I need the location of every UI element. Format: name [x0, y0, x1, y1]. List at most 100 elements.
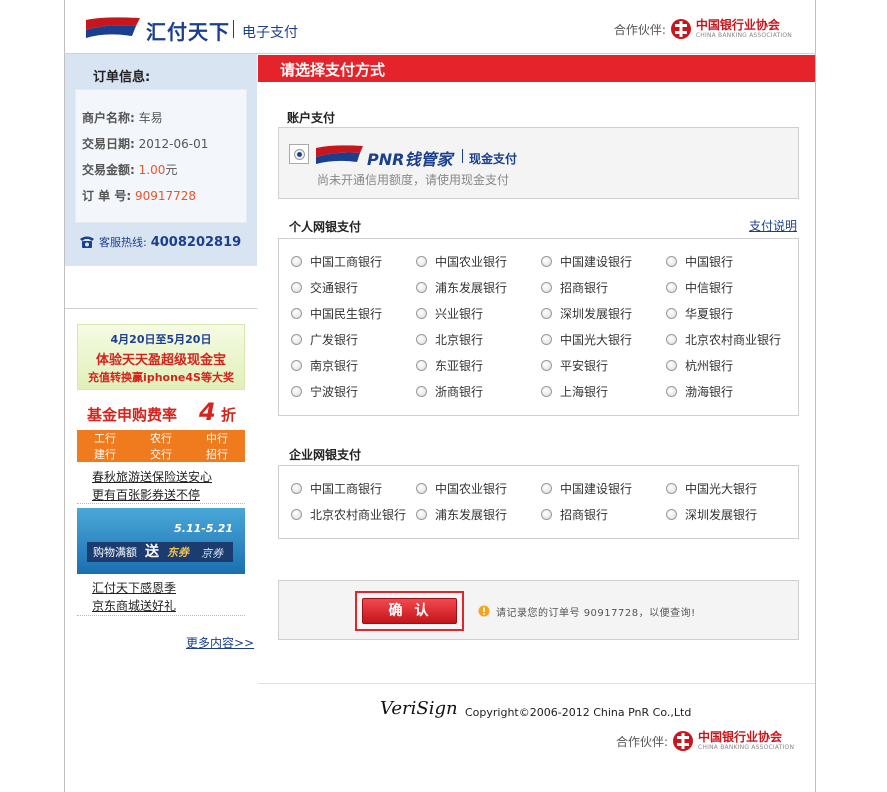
promo-link-jd[interactable]: 京东商城送好礼	[92, 597, 176, 614]
bank-option[interactable]: 中信银行	[666, 279, 791, 295]
bank-option[interactable]: 中国建设银行	[541, 253, 666, 269]
bank-radio[interactable]	[666, 255, 677, 267]
bank-radio[interactable]	[666, 385, 677, 397]
bank-radio[interactable]	[416, 482, 427, 494]
corporate-bank-label: 企业网银支付	[289, 448, 362, 462]
bank-radio[interactable]	[666, 359, 677, 371]
brand-subtitle: 电子支付	[242, 25, 298, 41]
cba-logo-icon	[673, 731, 694, 751]
account-pay-label: 账户支付	[287, 111, 336, 125]
bank-option[interactable]: 中国建设银行	[541, 480, 666, 496]
personal-bank-grid: 中国工商银行 中国农业银行 中国建设银行 中国银行交通银行 浦东发展银行 招商银行 中信银行…	[291, 253, 791, 399]
bank-radio[interactable]	[541, 333, 552, 345]
bank-option[interactable]: 中国民生银行	[291, 305, 416, 321]
bank-radio[interactable]	[291, 385, 302, 397]
bank-radio[interactable]	[666, 281, 677, 293]
bank-name: 中国光大银行	[685, 481, 758, 496]
bank-radio[interactable]	[416, 385, 427, 397]
order-number: 90917728	[134, 189, 197, 203]
bank-option[interactable]: 南京银行	[291, 357, 416, 373]
bank-radio[interactable]	[416, 333, 427, 345]
bank-option[interactable]: 交通银行	[291, 279, 416, 295]
bank-radio[interactable]	[666, 307, 677, 319]
account-pay-note: 尚未开通信用额度，请使用现金支付	[317, 173, 510, 187]
bank-option[interactable]: 中国银行	[666, 253, 791, 269]
bank-option[interactable]: 中国农业银行	[416, 480, 541, 496]
info-icon	[478, 605, 490, 617]
bank-name: 华夏银行	[685, 306, 734, 321]
bank-option[interactable]: 浙商银行	[416, 383, 541, 399]
bank-radio[interactable]	[541, 255, 552, 267]
pnr-separator	[462, 149, 463, 163]
bank-option[interactable]: 深圳发展银行	[541, 305, 666, 321]
bank-option[interactable]: 北京银行	[416, 331, 541, 347]
bank-radio[interactable]	[666, 333, 677, 345]
notice-order-number: 90917728	[583, 608, 639, 619]
bank-radio[interactable]	[291, 359, 302, 371]
bank-option[interactable]: 兴业银行	[416, 305, 541, 321]
bank-option[interactable]: 渤海银行	[666, 383, 791, 399]
header-partner: 合作伙伴: 中国银行业协会 CHINA BANKING ASSOCIATION	[614, 18, 792, 40]
confirm-button[interactable]: 确认	[362, 598, 457, 624]
bank-option[interactable]: 中国农业银行	[416, 253, 541, 269]
bank-option[interactable]: 招商银行	[541, 279, 666, 295]
bank-option[interactable]: 深圳发展银行	[666, 506, 791, 522]
cba-logo-icon	[670, 19, 691, 39]
bank-option[interactable]: 东亚银行	[416, 357, 541, 373]
brand-name: 汇付天下	[146, 20, 230, 44]
bank-radio[interactable]	[666, 482, 677, 494]
bank-option[interactable]: 浦东发展银行	[416, 279, 541, 295]
bank-option[interactable]: 中国工商银行	[291, 253, 416, 269]
corporate-bank-box: 中国工商银行 中国农业银行 中国建设银行 中国光大银行北京农村商业银行 浦东发展银行 招商…	[278, 465, 799, 539]
bank-name: 深圳发展银行	[685, 507, 758, 522]
more-content-link[interactable]: 更多内容>>	[186, 634, 254, 651]
bank-option[interactable]: 中国工商银行	[291, 480, 416, 496]
bank-radio[interactable]	[541, 385, 552, 397]
pay-help-link[interactable]: 支付说明	[749, 217, 797, 234]
bank-radio[interactable]	[416, 508, 427, 520]
bank-radio[interactable]	[416, 359, 427, 371]
bank-option[interactable]: 浦东发展银行	[416, 506, 541, 522]
bank-name: 招商银行	[560, 507, 609, 522]
bank-name: 东亚银行	[435, 358, 484, 373]
bank-option[interactable]: 中国光大银行	[541, 331, 666, 347]
bank-name: 中国民生银行	[310, 306, 383, 321]
bank-radio[interactable]	[291, 281, 302, 293]
bank-radio[interactable]	[666, 508, 677, 520]
bank-radio[interactable]	[416, 255, 427, 267]
promo-banner-jd[interactable]: 5.11-5.21 购物满额 送 东券 京券	[77, 508, 245, 574]
bank-radio[interactable]	[291, 255, 302, 267]
bank-radio[interactable]	[291, 508, 302, 520]
bank-name: 广发银行	[310, 332, 359, 347]
bank-radio[interactable]	[541, 482, 552, 494]
bank-radio[interactable]	[291, 307, 302, 319]
promo-banner-cash[interactable]: 4月20日至5月20日 体验天天盈超级现金宝 充值转换赢iphone4S等大奖	[77, 324, 245, 390]
bank-option[interactable]: 招商银行	[541, 506, 666, 522]
account-pay-radio[interactable]	[293, 148, 305, 160]
bank-option[interactable]: 北京农村商业银行	[666, 331, 791, 347]
bank-radio[interactable]	[291, 333, 302, 345]
promo-link-travel[interactable]: 春秋旅游送保险送安心	[92, 468, 212, 485]
bank-radio[interactable]	[416, 307, 427, 319]
promo-link-tickets[interactable]: 更有百张影券送不停	[92, 486, 200, 503]
bank-radio[interactable]	[541, 508, 552, 520]
bank-radio[interactable]	[291, 482, 302, 494]
bank-name: 浙商银行	[435, 384, 484, 399]
bank-radio[interactable]	[541, 307, 552, 319]
bank-option[interactable]: 杭州银行	[666, 357, 791, 373]
bank-option[interactable]: 宁波银行	[291, 383, 416, 399]
bank-option[interactable]: 广发银行	[291, 331, 416, 347]
bank-option[interactable]: 上海银行	[541, 383, 666, 399]
bank-radio[interactable]	[541, 359, 552, 371]
bank-option[interactable]: 北京农村商业银行	[291, 506, 416, 522]
account-pay-radio-wrapper[interactable]	[289, 144, 309, 164]
bank-option[interactable]: 华夏银行	[666, 305, 791, 321]
bank-radio[interactable]	[416, 281, 427, 293]
bank-option[interactable]: 平安银行	[541, 357, 666, 373]
promo-banner-fund[interactable]: 基金申购费率 4 折	[77, 396, 245, 430]
promo-link-thanks[interactable]: 汇付天下感恩季	[92, 579, 176, 596]
bank-option[interactable]: 中国光大银行	[666, 480, 791, 496]
bank-radio[interactable]	[541, 281, 552, 293]
promo-banner-banks[interactable]: 工行 农行 中行 建行 交行 招行	[77, 430, 245, 462]
footer-partner-name-block: 中国银行业协会 CHINA BANKING ASSOCIATION	[698, 731, 794, 751]
